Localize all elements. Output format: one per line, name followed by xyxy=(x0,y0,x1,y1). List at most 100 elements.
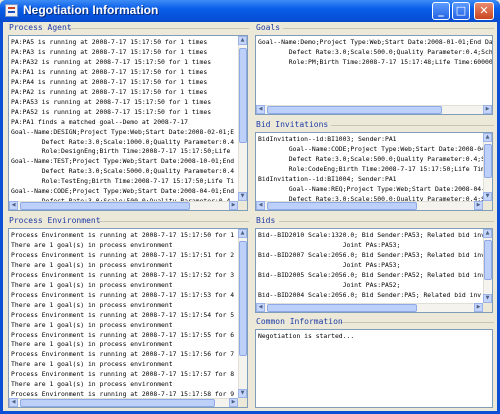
log-line: PA:PA52 is running at 2008-7-17 15:17:50… xyxy=(11,107,212,116)
log-line: Goal--Name:DESIGN;Project Type:Web;Start… xyxy=(11,127,235,136)
log-line: There are 1 goal(s) in process environme… xyxy=(11,280,173,289)
scroll-up-arrow-icon[interactable]: ▲ xyxy=(483,229,492,238)
panel-divider xyxy=(98,221,249,222)
panel-divider xyxy=(331,125,494,126)
scroll-thumb[interactable] xyxy=(239,48,247,143)
panel-title: Goals xyxy=(256,23,281,32)
log-line: There are 1 goal(s) in process environme… xyxy=(11,320,173,329)
horizontal-scrollbar[interactable]: ◀ ▶ xyxy=(256,105,492,114)
vertical-scrollbar[interactable]: ▲ ▼ xyxy=(483,133,492,201)
panel-divider xyxy=(66,28,249,29)
app-icon xyxy=(5,4,18,17)
scroll-up-arrow-icon[interactable]: ▲ xyxy=(238,229,247,238)
scroll-down-arrow-icon[interactable]: ▼ xyxy=(483,192,492,201)
window-title: Negotiation Information xyxy=(23,3,159,17)
log-line: There are 1 goal(s) in process environme… xyxy=(11,340,173,349)
scroll-thumb[interactable] xyxy=(20,202,190,210)
horizontal-scrollbar[interactable]: ◀ ▶ xyxy=(9,398,238,407)
log-line: Goal--Name:CODE;Project Type:Web;Start D… xyxy=(11,187,235,196)
scroll-right-arrow-icon[interactable]: ▶ xyxy=(474,303,483,312)
log-line: Joint PAs:PA52; xyxy=(258,280,401,289)
log-line: BidInvitation--id:BI1004; Sender:PA1 xyxy=(258,174,397,183)
log-line: There are 1 goal(s) in process environme… xyxy=(11,300,173,309)
vertical-scrollbar[interactable]: ▲ ▼ xyxy=(238,36,247,201)
vertical-scrollbar[interactable]: ▲ ▼ xyxy=(238,229,247,398)
log-line: Process Environment is running at 2008-7… xyxy=(11,270,235,279)
panel-title: Common Information xyxy=(256,317,343,326)
bids-panel: Bids Bid--BID2010 Scale:1320.0; Bid Send… xyxy=(253,215,494,314)
minimize-button[interactable]: _ xyxy=(432,2,450,20)
log-line: Role:DesignEng;Birth Time:2008-7-17 15:1… xyxy=(11,147,231,156)
scroll-right-arrow-icon[interactable]: ▶ xyxy=(229,201,238,210)
log-line: There are 1 goal(s) in process environme… xyxy=(11,360,173,369)
log-line: Process Environment is running at 2008-7… xyxy=(11,310,235,319)
close-button[interactable]: ✕ xyxy=(474,2,494,20)
log-line: PA:PA5 is running at 2008-7-17 15:17:50 … xyxy=(11,38,208,46)
process-environment-log[interactable]: Process Environment is running at 2008-7… xyxy=(8,228,248,408)
scroll-right-arrow-icon[interactable]: ▶ xyxy=(483,105,492,114)
scroll-down-arrow-icon[interactable]: ▼ xyxy=(483,294,492,303)
scroll-corner xyxy=(238,398,247,407)
log-line: Process Environment is running at 2008-7… xyxy=(11,370,235,379)
log-line: Goal--Name:CODE;Project Type:Web;Start D… xyxy=(258,144,486,153)
bid-invitations-list[interactable]: BidInvitation--id:BI1003; Sender:PA1 Goa… xyxy=(255,132,493,211)
scroll-left-arrow-icon[interactable]: ◀ xyxy=(256,201,265,210)
scroll-corner xyxy=(483,201,492,210)
panel-title: Process Agent xyxy=(9,23,72,32)
log-line: Process Environment is running at 2008-7… xyxy=(11,290,235,299)
log-line: Joint PAs:PA53; xyxy=(258,240,401,249)
scroll-thumb[interactable] xyxy=(484,144,492,178)
common-information-log[interactable]: Negotiation is started... xyxy=(255,329,493,408)
log-line: Process Environment is running at 2008-7… xyxy=(11,250,235,259)
log-line: Defect Rate:3.0;Scale:5000.0;Quality Par… xyxy=(11,167,235,176)
scroll-right-arrow-icon[interactable]: ▶ xyxy=(229,398,238,407)
process-agent-log[interactable]: PA:PA5 is running at 2008-7-17 15:17:50 … xyxy=(8,35,248,211)
log-text: Goal--Name:Demo;Project Type:Web;Start D… xyxy=(258,38,493,68)
scroll-thumb[interactable] xyxy=(267,106,442,114)
log-text: Process Environment is running at 2008-7… xyxy=(11,231,234,400)
panel-divider xyxy=(283,28,494,29)
title-bar[interactable]: Negotiation Information _ □ ✕ xyxy=(0,0,500,22)
bids-list[interactable]: Bid--BID2010 Scale:1320.0; Bid Sender:PA… xyxy=(255,228,493,313)
log-line: PA:PA53 is running at 2008-7-17 15:17:50… xyxy=(11,97,212,106)
scroll-down-arrow-icon[interactable]: ▼ xyxy=(238,192,247,201)
scroll-thumb[interactable] xyxy=(267,304,417,312)
scroll-down-arrow-icon[interactable]: ▼ xyxy=(238,389,247,398)
maximize-button[interactable]: □ xyxy=(452,2,470,20)
scroll-left-arrow-icon[interactable]: ◀ xyxy=(9,201,18,210)
scroll-corner xyxy=(238,201,247,210)
panel-divider xyxy=(339,322,494,323)
vertical-scrollbar[interactable]: ▲ ▼ xyxy=(483,229,492,303)
horizontal-scrollbar[interactable]: ◀ ▶ xyxy=(256,303,483,312)
log-line: PA:PA4 is running at 2008-7-17 15:17:50 … xyxy=(11,77,208,86)
log-text: Bid--BID2010 Scale:1320.0; Bid Sender:PA… xyxy=(258,231,485,301)
log-line: There are 1 goal(s) in process environme… xyxy=(11,260,173,269)
goals-list[interactable]: Goal--Name:Demo;Project Type:Web;Start D… xyxy=(255,35,493,115)
process-environment-panel: Process Environment Process Environment … xyxy=(6,215,249,409)
scroll-right-arrow-icon[interactable]: ▶ xyxy=(474,201,483,210)
scroll-thumb[interactable] xyxy=(239,241,247,356)
scroll-left-arrow-icon[interactable]: ◀ xyxy=(256,105,265,114)
log-line: Bid--BID2004 Scale:2056.0; Bid Sender:PA… xyxy=(258,290,482,299)
bid-invitations-panel: Bid Invitations BidInvitation--id:BI1003… xyxy=(253,119,494,212)
log-line: Bid--BID2005 Scale:2056.0; Bid Sender:PA… xyxy=(258,270,486,279)
horizontal-scrollbar[interactable]: ◀ ▶ xyxy=(9,201,238,210)
log-line: Role:TestEng;Birth Time:2008-7-17 15:17:… xyxy=(11,177,235,186)
log-line: Defect Rate:3.0;Scale:500.0;Quality Para… xyxy=(258,47,493,56)
log-line: Bid--BID2007 Scale:2056.0; Bid Sender:PA… xyxy=(258,250,486,259)
log-line: PA:PA32 is running at 2008-7-17 15:17:50… xyxy=(11,57,212,66)
log-line: There are 1 goal(s) in process environme… xyxy=(11,240,173,249)
scroll-up-arrow-icon[interactable]: ▲ xyxy=(238,36,247,45)
scroll-thumb[interactable] xyxy=(267,202,417,210)
negotiation-window: Negotiation Information _ □ ✕ Process Ag… xyxy=(0,0,500,414)
log-text: PA:PA5 is running at 2008-7-17 15:17:50 … xyxy=(11,38,234,207)
log-line: Process Environment is running at 2008-7… xyxy=(11,330,235,339)
scroll-left-arrow-icon[interactable]: ◀ xyxy=(256,303,265,312)
scroll-thumb[interactable] xyxy=(484,240,492,280)
panel-title: Bids xyxy=(256,216,276,225)
horizontal-scrollbar[interactable]: ◀ ▶ xyxy=(256,201,483,210)
scroll-left-arrow-icon[interactable]: ◀ xyxy=(9,398,18,407)
scroll-up-arrow-icon[interactable]: ▲ xyxy=(483,133,492,142)
scroll-thumb[interactable] xyxy=(20,399,215,407)
log-line: Role:CodeEng;Birth Time:2008-7-17 15:17:… xyxy=(258,164,486,173)
